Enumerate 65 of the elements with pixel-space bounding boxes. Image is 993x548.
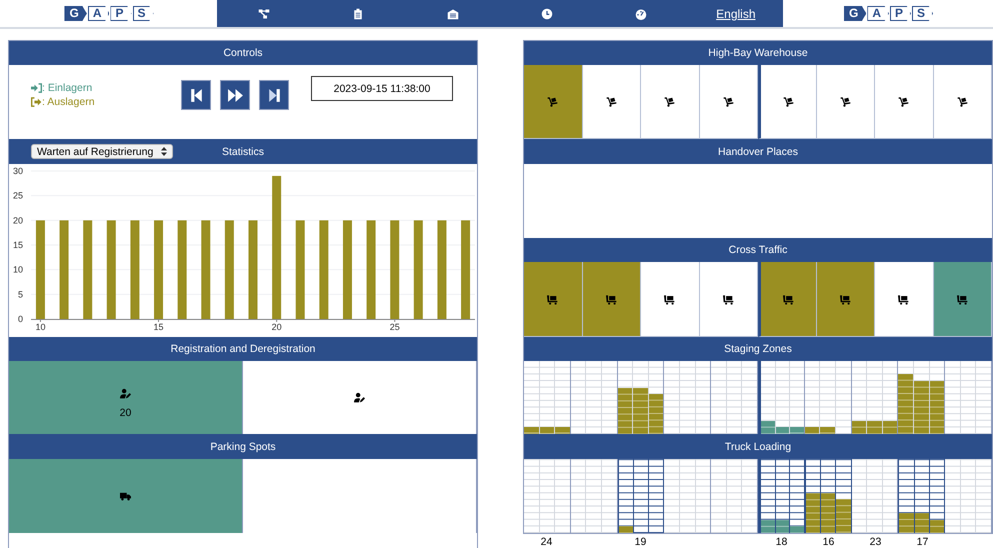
cart-icon [606,294,617,304]
sign-out-icon [31,97,42,107]
zone-label: 18 [776,536,788,548]
zone-label: 17 [916,536,928,548]
section-title: Handover Places [718,146,798,158]
hand-truck-icon [898,96,910,107]
zone-label: 23 [870,536,882,548]
cart-icon [898,294,910,304]
hand-truck-icon [664,96,676,107]
y-tick-label: 25 [12,190,23,201]
section-title: Controls [223,47,263,59]
zone-label: 24 [540,536,552,548]
sign-in-icon [31,83,42,93]
sort-arrows-icon [161,147,167,156]
language-link[interactable]: English [716,6,756,20]
fast-forward-button[interactable] [220,80,250,110]
cart-icon [664,294,676,304]
zone-label: 16 [822,536,834,548]
section-title: Statistics [222,146,264,158]
cart-icon [547,294,558,304]
legend-label: : Einlagern [42,82,92,94]
x-tick-label: 10 [35,322,46,332]
section-title: Registration and Deregistration [170,343,316,355]
y-tick-label: 15 [12,240,23,250]
fast-forward-icon [226,86,244,104]
hand-truck-icon [782,96,794,107]
status-select[interactable]: Warten auf Registrierung [31,144,173,159]
hand-truck-icon [840,96,851,107]
section-title: Cross Traffic [728,244,788,256]
cart-icon [722,294,734,304]
truck-icon [120,490,131,502]
gauge-icon[interactable] [635,8,648,20]
hand-truck-icon [547,96,558,107]
y-tick-label: 10 [12,264,23,275]
time-field[interactable]: 2023-09-15 11:38:00 [311,76,453,101]
clipboard-icon[interactable] [352,8,364,20]
zone-label: 19 [634,536,646,548]
skip-end-button[interactable] [259,80,289,110]
hand-truck-icon [722,96,734,107]
warehouse-icon[interactable] [446,8,459,20]
network-icon[interactable] [258,8,270,20]
section-title: Staging Zones [724,343,792,355]
legend-label: : Auslagern [42,96,95,108]
logo: G A P S [64,6,153,21]
clock-icon[interactable] [541,8,554,20]
cart-icon [840,294,851,304]
hand-truck-icon [956,96,968,107]
x-tick-label: 15 [154,322,164,332]
logo: G A P S [844,6,932,21]
y-tick-label: 20 [12,215,23,226]
y-tick-label: 0 [18,314,23,324]
count-label: 20 [120,407,132,419]
skip-back-button[interactable] [181,80,211,110]
y-tick-label: 30 [12,166,23,176]
section-title: High-Bay Warehouse [708,47,808,59]
hand-truck-icon [606,96,617,107]
x-tick-label: 20 [272,322,282,332]
x-tick-label: 25 [390,322,400,332]
cart-icon [782,294,794,304]
cart-icon [956,294,968,304]
y-tick-label: 5 [18,289,23,300]
section-title: Parking Spots [210,440,276,452]
user-pen-icon [120,388,131,399]
section-title: Truck Loading [724,440,792,452]
user-pen-icon [354,392,365,403]
